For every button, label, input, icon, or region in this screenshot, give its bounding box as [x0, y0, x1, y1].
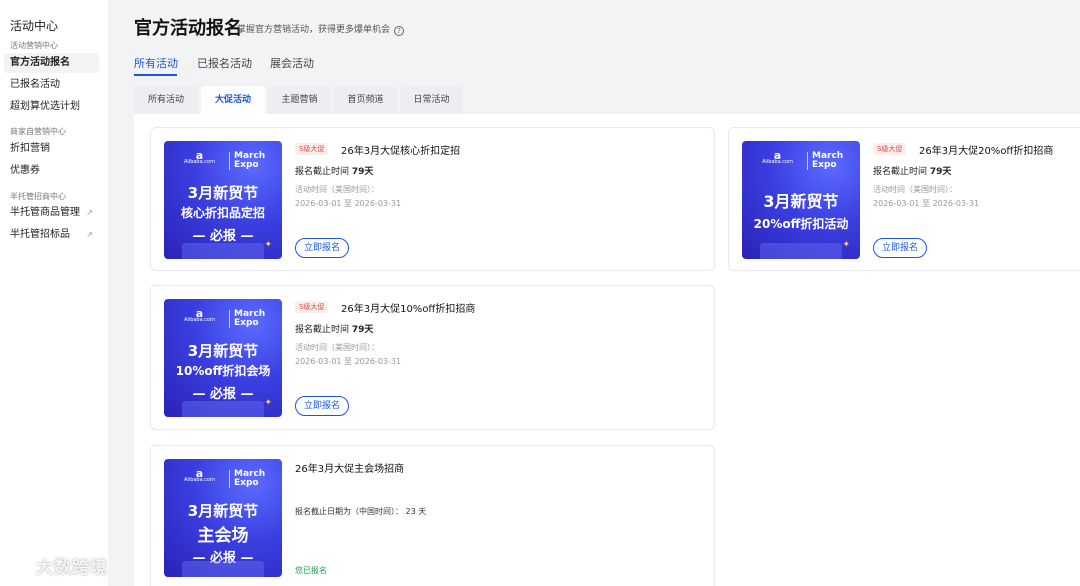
alibaba-logo: a Alibaba.com: [762, 149, 793, 165]
sidebar-group-label: 半托管招商中心: [10, 192, 66, 201]
signup-deadline: 报名截止时间 79天: [295, 325, 374, 335]
activity-card: a Alibaba.com March Expo 3月新贸节 10%off折扣会场…: [150, 285, 715, 430]
activity-list: a Alibaba.com March Expo 3月新贸节 核心折扣品定招 — …: [134, 114, 1080, 586]
tab-expo-activities[interactable]: 展会活动: [270, 55, 314, 71]
activity-time-label: 活动时间（美国时间）：: [295, 185, 379, 194]
subtab-all[interactable]: 所有活动: [134, 86, 198, 114]
sidebar-item-semi-managed-products[interactable]: 半托管商品管理 ↗: [4, 203, 99, 223]
promo-level-badge: S级大促: [873, 143, 907, 155]
activity-time-label: 活动时间（美国时间）：: [295, 343, 379, 352]
sparkle-icon: ✦: [264, 398, 272, 408]
activity-card: a Alibaba.com March Expo 3月新贸节 核心折扣品定招 — …: [150, 127, 715, 271]
sidebar-item-label: 半托管商品管理: [10, 207, 80, 218]
signup-deadline: 报名截止日期为（中国时间）： 23 天: [295, 507, 427, 516]
tab-all-activities[interactable]: 所有活动: [134, 55, 178, 71]
page-title: 官方活动报名: [134, 18, 242, 39]
banner-line: — 必报 —: [192, 551, 254, 566]
activity-banner-image: a Alibaba.com March Expo 3月新贸节 20%off折扣活动…: [742, 141, 860, 259]
banner-line: 20%off折扣活动: [753, 217, 849, 231]
registered-status: 您已报名: [295, 566, 327, 575]
subtab-promotion[interactable]: 大促活动: [201, 86, 265, 114]
watermark: 大数跨境: [8, 553, 108, 578]
sidebar-item-semi-managed-bidding[interactable]: 半托管招标品 ↗: [4, 225, 99, 245]
activity-title: 26年3月大促10%off折扣招商: [341, 304, 476, 315]
signup-deadline: 报名截止时间 79天: [295, 167, 374, 177]
page-subtitle: 掌握官方营销活动，获得更多爆单机会?: [237, 22, 405, 36]
signup-deadline: 报名截止时间 79天: [873, 167, 952, 177]
subtab-homepage[interactable]: 首页频道: [334, 86, 397, 114]
activity-title: 26年3月大促核心折扣定招: [341, 146, 461, 157]
register-now-button[interactable]: 立即报名: [295, 238, 350, 258]
watermark-logo-icon: [8, 559, 30, 575]
subtab-daily[interactable]: 日常活动: [400, 86, 463, 114]
sidebar-item-discount[interactable]: 折扣营销: [4, 139, 99, 159]
promo-level-badge: S级大促: [295, 143, 329, 155]
alibaba-logo: a Alibaba.com: [184, 149, 215, 165]
banner-line: 10%off折扣会场: [175, 364, 271, 378]
activity-time-range: 2026-03-01 至 2026-03-31: [295, 357, 402, 366]
activity-banner-image: a Alibaba.com March Expo 3月新贸节 主会场 — 必报 —: [164, 459, 282, 577]
sidebar-item-value-plan[interactable]: 超划算优选计划: [4, 97, 99, 117]
expo-logo: March Expo: [807, 152, 843, 170]
sparkle-icon: ✦: [264, 240, 272, 250]
sidebar-group-label: 商家自营销中心: [10, 127, 66, 136]
activity-card: a Alibaba.com March Expo 3月新贸节 20%off折扣活动…: [728, 127, 1080, 271]
activity-title: 26年3月大促主会场招商: [295, 464, 405, 475]
active-tab-indicator: [134, 74, 177, 76]
sidebar-item-registered[interactable]: 已报名活动: [4, 75, 99, 95]
activity-card: a Alibaba.com March Expo 3月新贸节 主会场 — 必报 —…: [150, 445, 715, 586]
external-link-icon: ↗: [86, 230, 93, 239]
sidebar-title: 活动中心: [10, 19, 59, 33]
banner-line: 3月新贸节: [763, 192, 839, 211]
subtitle-text: 掌握官方营销活动，获得更多爆单机会: [237, 25, 391, 35]
activity-time-label: 活动时间（美国时间）：: [873, 185, 957, 194]
activity-banner-image: a Alibaba.com March Expo 3月新贸节 10%off折扣会场…: [164, 299, 282, 417]
sparkle-icon: ✦: [842, 240, 850, 250]
expo-logo: March Expo: [229, 470, 265, 488]
sidebar-group-label: 活动营销中心: [10, 41, 58, 50]
sidebar-item-label: 半托管招标品: [10, 229, 70, 240]
tab-registered-activities[interactable]: 已报名活动: [197, 55, 252, 71]
banner-line: 3月新贸节: [187, 184, 259, 202]
banner-line: 3月新贸节: [187, 342, 259, 360]
expo-logo: March Expo: [229, 310, 265, 328]
sidebar-item-official-activity[interactable]: 官方活动报名: [4, 53, 99, 73]
help-icon[interactable]: ?: [394, 26, 405, 36]
alibaba-logo: a Alibaba.com: [184, 467, 215, 483]
subtab-theme[interactable]: 主题营销: [268, 86, 331, 114]
expo-logo: March Expo: [229, 152, 265, 170]
activity-time-range: 2026-03-01 至 2026-03-31: [873, 199, 980, 208]
banner-line: 3月新贸节: [187, 502, 259, 520]
external-link-icon: ↗: [86, 208, 93, 217]
register-now-button[interactable]: 立即报名: [873, 238, 928, 258]
activity-banner-image: a Alibaba.com March Expo 3月新贸节 核心折扣品定招 — …: [164, 141, 282, 259]
promo-level-badge: S级大促: [295, 301, 329, 313]
alibaba-logo: a Alibaba.com: [184, 307, 215, 323]
sidebar-item-coupon[interactable]: 优惠券: [4, 161, 99, 181]
banner-line: 主会场: [197, 526, 249, 546]
activity-title: 26年3月大促20%off折扣招商: [919, 146, 1054, 157]
sidebar: 活动中心 活动营销中心 官方活动报名 已报名活动 超划算优选计划 商家自营销中心…: [0, 0, 108, 586]
activity-time-range: 2026-03-01 至 2026-03-31: [295, 199, 402, 208]
register-now-button[interactable]: 立即报名: [295, 396, 350, 416]
main-area: 官方活动报名 掌握官方营销活动，获得更多爆单机会? 所有活动 已报名活动 展会活…: [108, 0, 1080, 586]
banner-line: 核心折扣品定招: [180, 206, 265, 220]
